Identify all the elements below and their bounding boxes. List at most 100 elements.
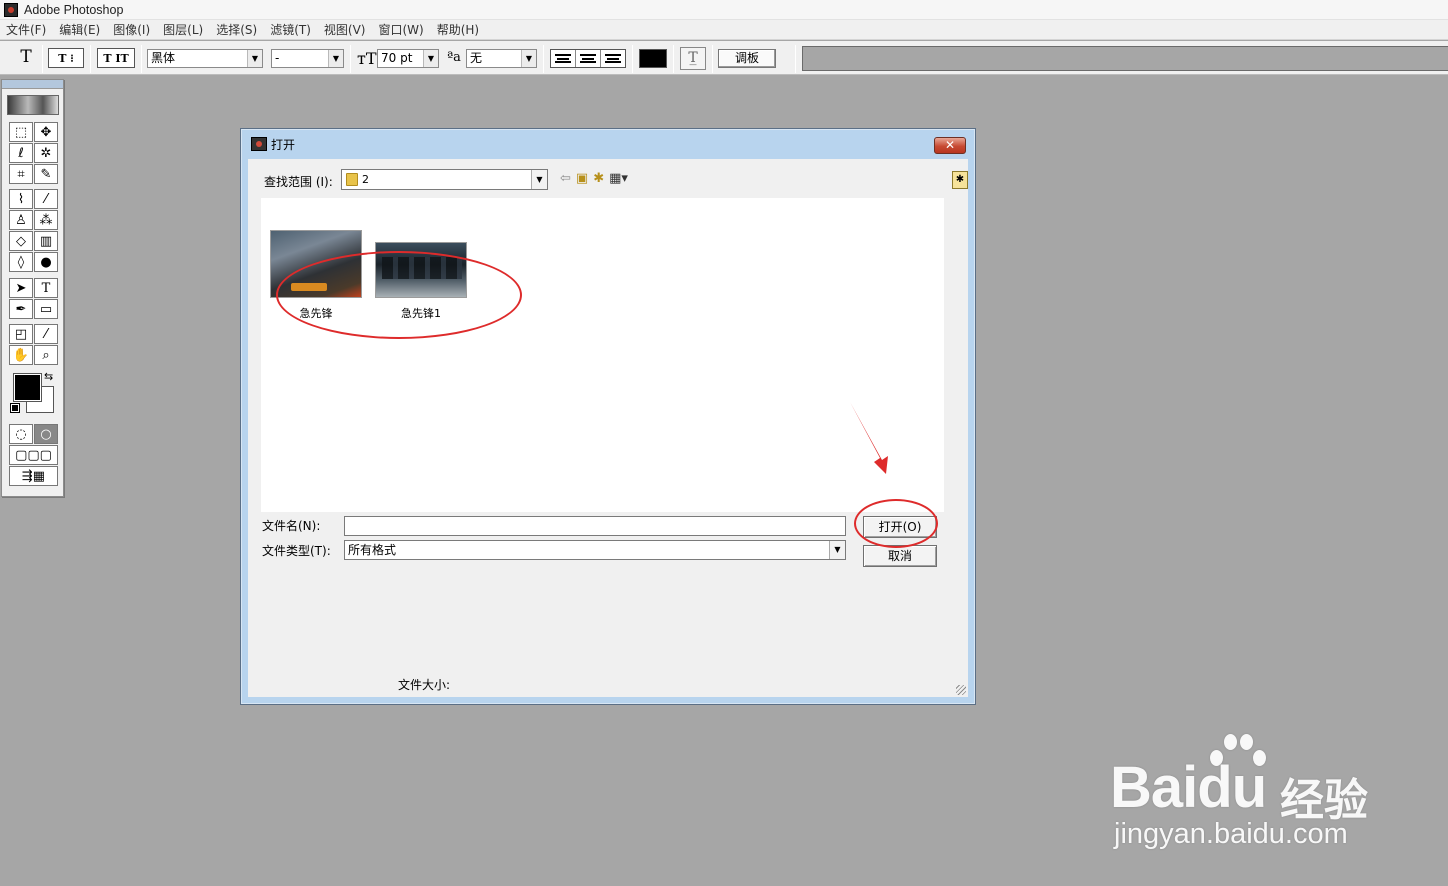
close-icon[interactable]: ✕ (934, 137, 966, 154)
menu-image[interactable]: 图像(I) (107, 21, 157, 38)
align-right-icon[interactable] (601, 50, 625, 67)
look-in-label: 查找范围 (I): (264, 175, 333, 189)
file-type-select[interactable]: 所有格式 ▼ (344, 540, 846, 560)
align-left-icon[interactable] (551, 50, 576, 67)
blur-tool-icon[interactable]: ◊ (9, 252, 33, 272)
notes-tool-icon[interactable]: ◰ (9, 324, 33, 344)
file-type-value: 所有格式 (348, 543, 397, 557)
swap-colors-icon[interactable]: ⇆ (44, 370, 53, 383)
file-size-label: 文件大小: (398, 678, 451, 692)
chevron-down-icon: ▼ (423, 50, 438, 67)
resize-grip-icon[interactable] (956, 685, 966, 695)
text-color-swatch[interactable] (639, 49, 667, 68)
places-folder-icon[interactable]: ✱ (952, 171, 968, 189)
look-in-value: 2 (362, 173, 369, 186)
antialias-icon: ªa (447, 50, 461, 65)
new-folder-icon[interactable]: ✱ (593, 171, 604, 187)
path-selection-tool-icon[interactable]: ➤ (9, 278, 33, 298)
antialias-select[interactable]: 无 ▼ (466, 49, 537, 68)
rectangle-tool-icon[interactable]: ▭ (34, 299, 58, 319)
font-size-select[interactable]: 70 pt ▼ (377, 49, 439, 68)
watermark-brand: Baidu (1110, 755, 1267, 820)
menu-select[interactable]: 选择(S) (210, 21, 264, 38)
tools-palette-titlebar[interactable] (2, 80, 63, 89)
watermark-url: jingyan.baidu.com (1114, 818, 1348, 850)
options-separator (543, 45, 544, 73)
dialog-title-bar[interactable]: 打开 ✕ (241, 129, 975, 159)
slice-tool-icon[interactable]: ✎ (34, 164, 58, 184)
font-size-icon: ᴛT (357, 49, 377, 68)
font-style-select[interactable]: - ▼ (271, 49, 344, 68)
cancel-button[interactable]: 取消 (863, 545, 937, 567)
menu-edit[interactable]: 编辑(E) (53, 21, 107, 38)
file-type-label: 文件类型(T): (262, 544, 331, 558)
jump-to-imageready-icon[interactable]: ⇶▦ (9, 466, 58, 486)
up-folder-icon[interactable]: ▣ (576, 171, 588, 187)
type-layer-mode-icon[interactable]: T ⁝ (48, 48, 84, 68)
eyedropper-tool-icon[interactable]: ⁄ (34, 324, 58, 344)
brush-tool-icon[interactable]: ⁄ (34, 189, 58, 209)
hand-tool-icon[interactable]: ✋ (9, 345, 33, 365)
dialog-nav-toolbar: ⇦ ▣ ✱ ▦▾ (560, 171, 628, 187)
zoom-tool-icon[interactable]: ⌕ (34, 345, 58, 365)
photoshop-app-icon (251, 137, 267, 151)
align-center-icon[interactable] (576, 50, 601, 67)
file-name-input[interactable] (344, 516, 846, 536)
view-menu-icon[interactable]: ▦▾ (609, 171, 628, 187)
file-list[interactable]: 急先锋 急先锋1 (261, 198, 944, 512)
screen-mode-icon[interactable]: ▢▢▢ (9, 445, 58, 465)
palette-well (802, 46, 1448, 71)
chevron-down-icon: ▼ (247, 50, 262, 67)
photoshop-app-icon (4, 2, 18, 17)
options-separator (350, 45, 351, 73)
look-in-select[interactable]: 2 ▼ (341, 169, 548, 190)
pen-tool-icon[interactable]: ✒ (9, 299, 33, 319)
chevron-down-icon: ▼ (328, 50, 343, 67)
quick-mask-mode-icon[interactable]: ○ (34, 424, 58, 444)
healing-brush-tool-icon[interactable]: ⌇ (9, 189, 33, 209)
lasso-tool-icon[interactable]: ℓ (9, 143, 33, 163)
menu-view[interactable]: 视图(V) (318, 21, 373, 38)
options-separator (673, 45, 674, 73)
marquee-tool-icon[interactable]: ⬚ (9, 122, 33, 142)
chevron-down-icon: ▼ (521, 50, 536, 67)
menu-window[interactable]: 窗口(W) (372, 21, 430, 38)
app-title-bar: Adobe Photoshop (0, 0, 1448, 20)
menu-bar: 文件(F) 编辑(E) 图像(I) 图层(L) 选择(S) 滤镜(T) 视图(V… (0, 20, 1448, 40)
type-tool-icon[interactable]: T (34, 278, 58, 298)
menu-help[interactable]: 帮助(H) (431, 21, 486, 38)
tools-palette: ⬚ ✥ ℓ ✲ ⌗ ✎ ⌇ ⁄ ♙ ⁂ ◇ ▥ ◊ ● ➤ T ✒ ▭ ◰ ⁄ … (1, 79, 64, 497)
gradient-tool-icon[interactable]: ▥ (34, 231, 58, 251)
clone-stamp-tool-icon[interactable]: ♙ (9, 210, 33, 230)
chevron-down-icon: ▼ (829, 541, 845, 559)
default-colors-icon[interactable] (10, 403, 20, 413)
history-brush-tool-icon[interactable]: ⁂ (34, 210, 58, 230)
options-separator (712, 45, 713, 73)
dodge-tool-icon[interactable]: ● (34, 252, 58, 272)
palettes-button[interactable]: 调板 (718, 49, 776, 68)
annotation-circle-files (276, 251, 522, 339)
warp-text-icon[interactable]: T̲ (680, 47, 706, 70)
options-separator (141, 45, 142, 73)
menu-filter[interactable]: 滤镜(T) (264, 21, 318, 38)
move-tool-icon[interactable]: ✥ (34, 122, 58, 142)
annotation-arrow-icon (850, 402, 888, 474)
foreground-color-swatch[interactable] (13, 373, 42, 402)
standard-mode-icon[interactable]: ◌ (9, 424, 33, 444)
magic-wand-tool-icon[interactable]: ✲ (34, 143, 58, 163)
eraser-tool-icon[interactable]: ◇ (9, 231, 33, 251)
back-arrow-icon[interactable]: ⇦ (560, 171, 571, 187)
text-align-group (550, 49, 626, 68)
menu-file[interactable]: 文件(F) (0, 21, 53, 38)
tool-grid-paint: ⌇ ⁄ ♙ ⁂ ◇ ▥ ◊ ● (9, 189, 59, 273)
crop-tool-icon[interactable]: ⌗ (9, 164, 33, 184)
antialias-value: 无 (470, 51, 483, 65)
folder-icon (346, 173, 358, 186)
type-options-bar: T T ⁝ T IT 黑体 ▼ - ▼ ᴛT 70 pt ▼ ªa 无 ▼ T̲… (0, 41, 1448, 75)
file-name-label: 文件名(N): (262, 519, 321, 533)
options-separator (795, 45, 796, 73)
menu-layer[interactable]: 图层(L) (157, 21, 210, 38)
photoshop-logo-icon[interactable] (7, 95, 59, 115)
text-orientation-icon[interactable]: T IT (97, 48, 135, 68)
font-family-select[interactable]: 黑体 ▼ (147, 49, 263, 68)
